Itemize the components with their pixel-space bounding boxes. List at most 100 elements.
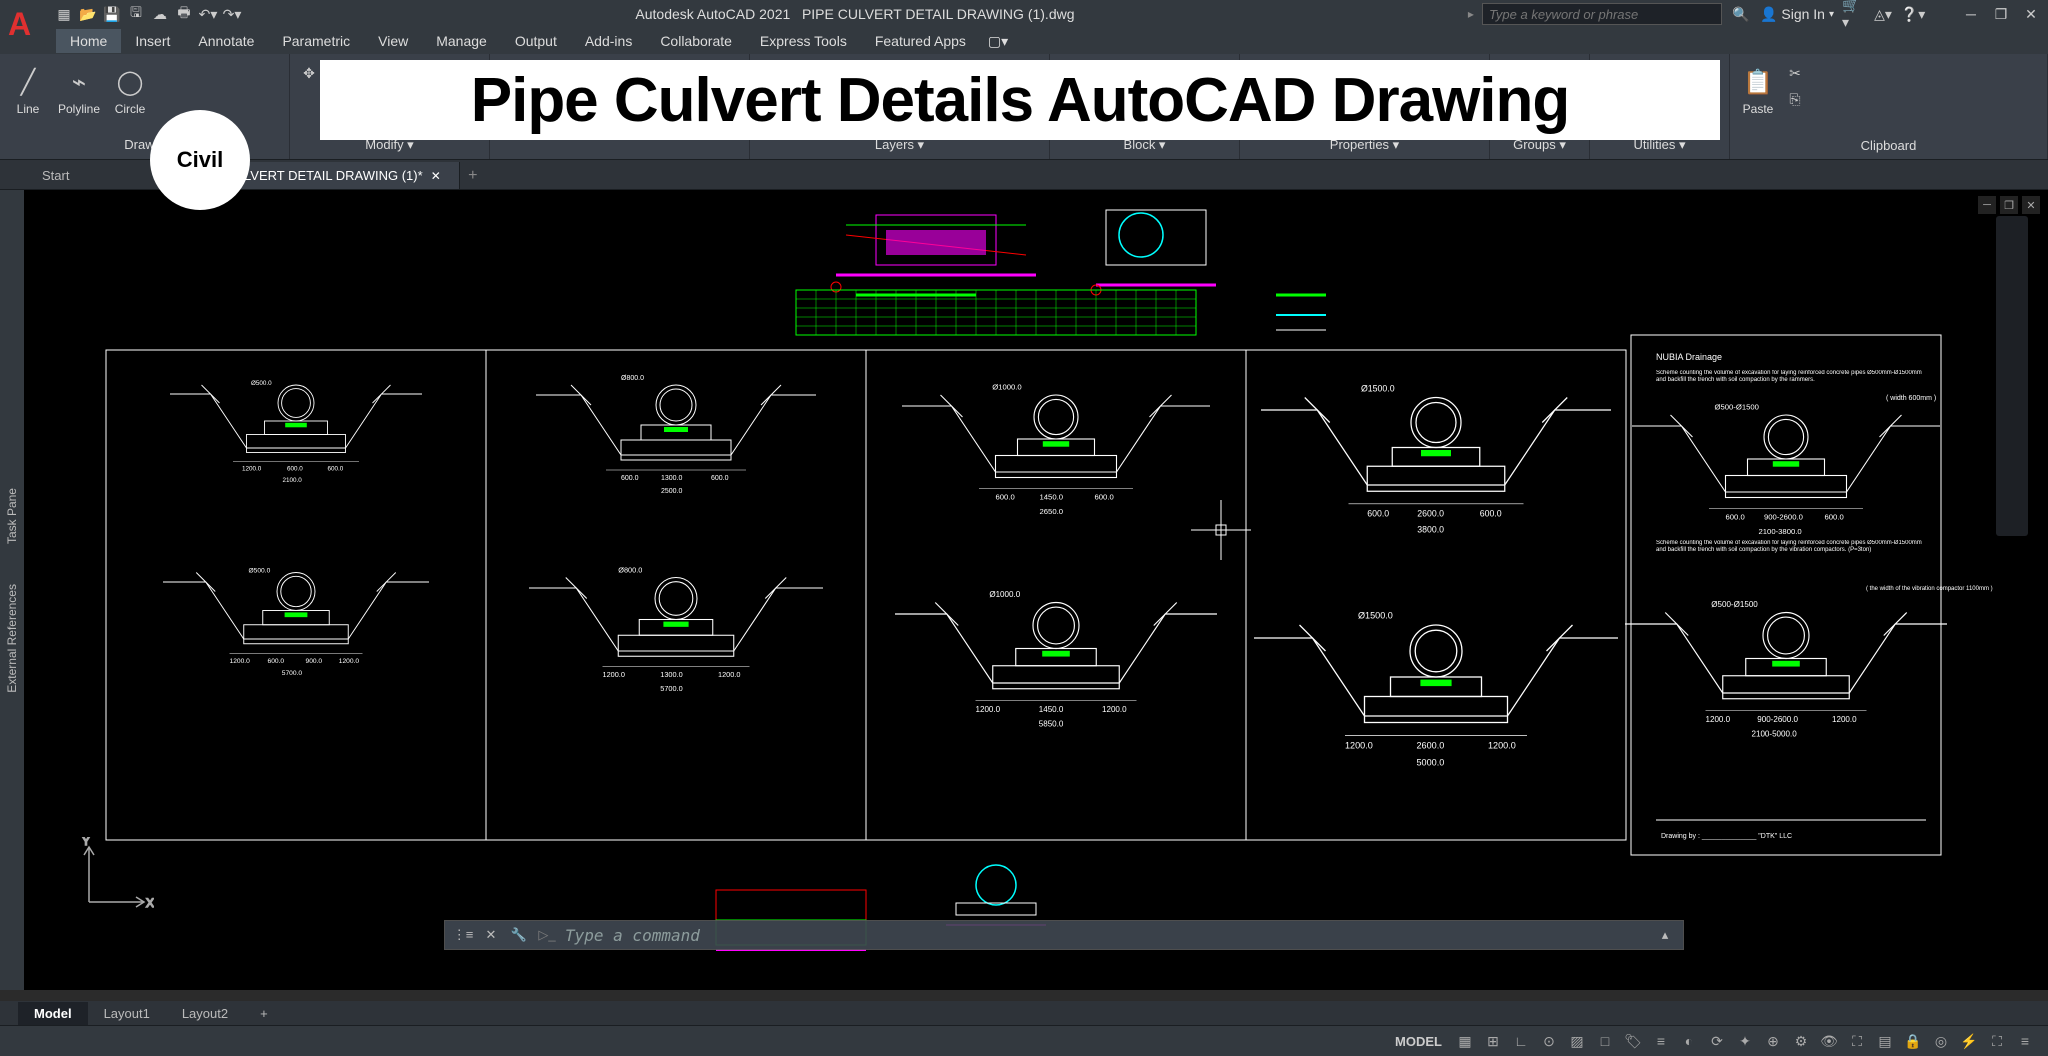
- sign-in-button[interactable]: 👤 Sign In ▾: [1760, 6, 1834, 23]
- cart-icon[interactable]: 🛒▾: [1842, 3, 1864, 25]
- status-workspace-icon[interactable]: ⚙: [1788, 1029, 1814, 1053]
- layout-tab-layout2[interactable]: Layout2: [166, 1002, 244, 1025]
- minimize-icon[interactable]: ─: [1960, 3, 1982, 25]
- plot-icon[interactable]: 🖶: [174, 4, 194, 24]
- status-annotmonitor-icon[interactable]: 👁: [1816, 1029, 1842, 1053]
- status-model[interactable]: MODEL: [1387, 1030, 1450, 1053]
- restore-icon[interactable]: ❐: [1990, 3, 2012, 25]
- vp-close-icon[interactable]: ✕: [2022, 196, 2040, 214]
- svg-text:( width 600mm ): ( width 600mm ): [1886, 395, 1936, 402]
- circle-tool[interactable]: ◯Circle: [110, 62, 150, 120]
- menu-insert[interactable]: Insert: [121, 29, 184, 53]
- cloud-open-icon[interactable]: ☁: [150, 4, 170, 24]
- menu-overflow-icon[interactable]: ▢▾: [980, 29, 1016, 54]
- cut-icon[interactable]: ✂: [1784, 62, 1806, 84]
- panel-title-clipboard[interactable]: Clipboard: [1738, 136, 2039, 155]
- status-units-icon[interactable]: ⛶: [1844, 1029, 1870, 1053]
- menu-bar: Home Insert Annotate Parametric View Man…: [0, 28, 2048, 54]
- svg-text:Ø1500.0: Ø1500.0: [1361, 383, 1395, 393]
- new-tab-button[interactable]: +: [460, 163, 486, 189]
- svg-text:600.0: 600.0: [268, 658, 285, 665]
- svg-text:1200.0: 1200.0: [976, 705, 1001, 714]
- menu-parametric[interactable]: Parametric: [268, 29, 364, 53]
- status-cleanscreen-icon[interactable]: ⛶: [1984, 1029, 2010, 1053]
- status-bar: MODEL ▦ ⊞ ∟ ⊙ ▨ □ 🏷 ≡ ◐ ⟳ ✦ ⊕ ⚙ 👁 ⛶ ▤ 🔒 …: [0, 1025, 2048, 1056]
- menu-home[interactable]: Home: [56, 29, 121, 53]
- drawing-canvas[interactable]: ─ ❐ ✕: [24, 190, 2048, 990]
- menu-collaborate[interactable]: Collaborate: [646, 29, 746, 53]
- command-line[interactable]: ⋮≡ ✕ 🔧 ▷_ Type a command ▴: [444, 920, 1684, 950]
- polyline-tool[interactable]: ⌁Polyline: [54, 62, 104, 120]
- svg-text:600.0: 600.0: [996, 493, 1015, 502]
- status-hardware-icon[interactable]: ⚡: [1956, 1029, 1982, 1053]
- layout-tab-model[interactable]: Model: [18, 1002, 88, 1025]
- status-ortho-icon[interactable]: ∟: [1508, 1029, 1534, 1053]
- menu-output[interactable]: Output: [501, 29, 571, 53]
- menu-express[interactable]: Express Tools: [746, 29, 861, 53]
- line-icon: ╱: [12, 66, 44, 98]
- svg-text:1450.0: 1450.0: [1039, 705, 1064, 714]
- svg-text:( the width of the vibration c: ( the width of the vibration compactor 1…: [1866, 586, 1993, 592]
- tab-close-icon[interactable]: ✕: [431, 169, 441, 183]
- command-input[interactable]: Type a command: [565, 926, 1647, 945]
- cmd-customize-icon[interactable]: 🔧: [509, 925, 529, 945]
- status-polar-icon[interactable]: ⊙: [1536, 1029, 1562, 1053]
- app-exchange-icon[interactable]: ◬▾: [1872, 3, 1894, 25]
- menu-manage[interactable]: Manage: [422, 29, 501, 53]
- panel-title-annotation[interactable]: [498, 151, 741, 155]
- cmd-recent-icon[interactable]: ⋮≡: [453, 925, 473, 945]
- paste-tool[interactable]: 📋Paste: [1738, 62, 1778, 120]
- status-osnap-icon[interactable]: □: [1592, 1029, 1618, 1053]
- svg-text:1200.0: 1200.0: [1102, 705, 1127, 714]
- status-cycling-icon[interactable]: ⟳: [1704, 1029, 1730, 1053]
- ucs-icon[interactable]: YX: [74, 837, 154, 920]
- move-icon[interactable]: ✥: [298, 62, 320, 84]
- redo-icon[interactable]: ↷▾: [222, 4, 242, 24]
- svg-text:600.0: 600.0: [1367, 508, 1389, 518]
- drawing-content: Ø500.01200.0600.0600.02100.0 Ø500.01200.…: [24, 190, 2048, 990]
- close-icon[interactable]: ✕: [2020, 3, 2042, 25]
- task-pane-tab[interactable]: Task Pane: [5, 488, 19, 544]
- search-input[interactable]: [1482, 3, 1722, 25]
- status-annotation-icon[interactable]: 🏷: [1620, 1029, 1646, 1053]
- new-icon[interactable]: ▦: [54, 4, 74, 24]
- status-3dosnap-icon[interactable]: ✦: [1732, 1029, 1758, 1053]
- status-quickprops-icon[interactable]: ▤: [1872, 1029, 1898, 1053]
- vp-minimize-icon[interactable]: ─: [1978, 196, 1996, 214]
- svg-text:2600.0: 2600.0: [1417, 741, 1445, 751]
- svg-text:600.0: 600.0: [1095, 493, 1114, 502]
- vp-maximize-icon[interactable]: ❐: [2000, 196, 2018, 214]
- line-tool[interactable]: ╱Line: [8, 62, 48, 120]
- menu-annotate[interactable]: Annotate: [184, 29, 268, 53]
- menu-addins[interactable]: Add-ins: [571, 29, 646, 53]
- status-isolate-icon[interactable]: ◎: [1928, 1029, 1954, 1053]
- status-isodraft-icon[interactable]: ▨: [1564, 1029, 1590, 1053]
- app-logo-autocad[interactable]: A: [8, 6, 48, 46]
- open-icon[interactable]: 📂: [78, 4, 98, 24]
- status-customize-icon[interactable]: ≡: [2012, 1029, 2038, 1053]
- svg-text:1200.0: 1200.0: [242, 466, 262, 473]
- overlay-title-banner: Pipe Culvert Details AutoCAD Drawing: [320, 60, 1720, 140]
- status-snap-icon[interactable]: ⊞: [1480, 1029, 1506, 1053]
- save-icon[interactable]: 💾: [102, 4, 122, 24]
- status-lineweight-icon[interactable]: ≡: [1648, 1029, 1674, 1053]
- status-grid-icon[interactable]: ▦: [1452, 1029, 1478, 1053]
- svg-text:1450.0: 1450.0: [1040, 493, 1064, 502]
- help-icon[interactable]: ❔▾: [1902, 3, 1924, 25]
- layout-tab-layout1[interactable]: Layout1: [88, 1002, 166, 1025]
- copy-icon[interactable]: ⎘: [1784, 88, 1806, 110]
- undo-icon[interactable]: ↶▾: [198, 4, 218, 24]
- menu-view[interactable]: View: [364, 29, 422, 53]
- status-transparency-icon[interactable]: ◐: [1676, 1029, 1702, 1053]
- external-references-tab[interactable]: External References: [5, 584, 19, 693]
- saveas-icon[interactable]: 🖫: [126, 4, 146, 24]
- svg-text:Ø1000.0: Ø1000.0: [992, 383, 1022, 392]
- cmd-up-icon[interactable]: ▴: [1655, 925, 1675, 945]
- search-go-icon[interactable]: 🔍: [1730, 3, 1752, 25]
- status-lock-icon[interactable]: 🔒: [1900, 1029, 1926, 1053]
- menu-featured[interactable]: Featured Apps: [861, 29, 980, 53]
- ribbon: ╱Line ⌁Polyline ◯Circle Draw ▾ ✥ Modify …: [0, 54, 2048, 160]
- status-dynamic-icon[interactable]: ⊕: [1760, 1029, 1786, 1053]
- cmd-close-icon[interactable]: ✕: [481, 925, 501, 945]
- layout-tab-add[interactable]: +: [244, 1002, 284, 1025]
